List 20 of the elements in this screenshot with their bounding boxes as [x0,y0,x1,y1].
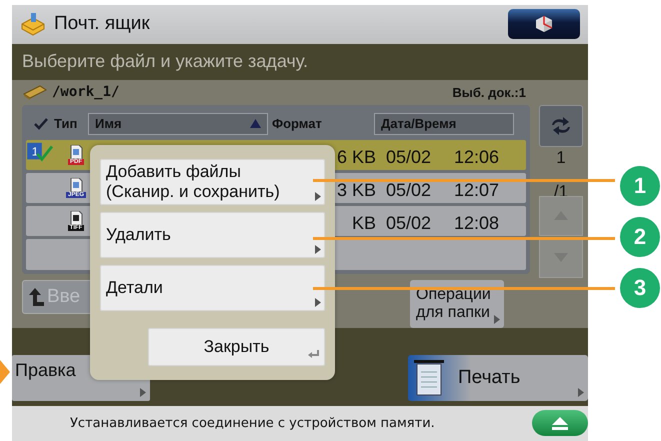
window-title: Почт. ящик [54,13,151,36]
size-cell-text: 3 KB [336,180,377,202]
status-message: Устанавливается соединение с устройством памяти. [70,416,436,431]
callout-number: 3 [620,268,660,308]
date-cell-text: 05/02 [385,214,432,235]
column-header: Тип [54,116,78,132]
time-cell-text: 12:08 [453,214,500,235]
column-header: Формат [272,116,323,132]
size-cell-text: 6 KB [336,148,377,169]
time-cell-text: 12:06 [453,148,500,169]
time-cell-text: 12:07 [453,180,500,202]
page-number: 1 [556,148,566,166]
callout-number: 2 [620,217,660,257]
date-cell-text: 05/02 [385,180,432,202]
selected-count: Выб. док.:1 [452,84,526,100]
size-cell-text: KB [350,214,377,235]
callout-number: 1 [620,166,660,206]
date-cell-text: 05/02 [385,148,432,169]
instruction-text: Выберите файл и укажите задачу. [22,51,308,72]
folder-path: /work_1/ [52,84,120,100]
